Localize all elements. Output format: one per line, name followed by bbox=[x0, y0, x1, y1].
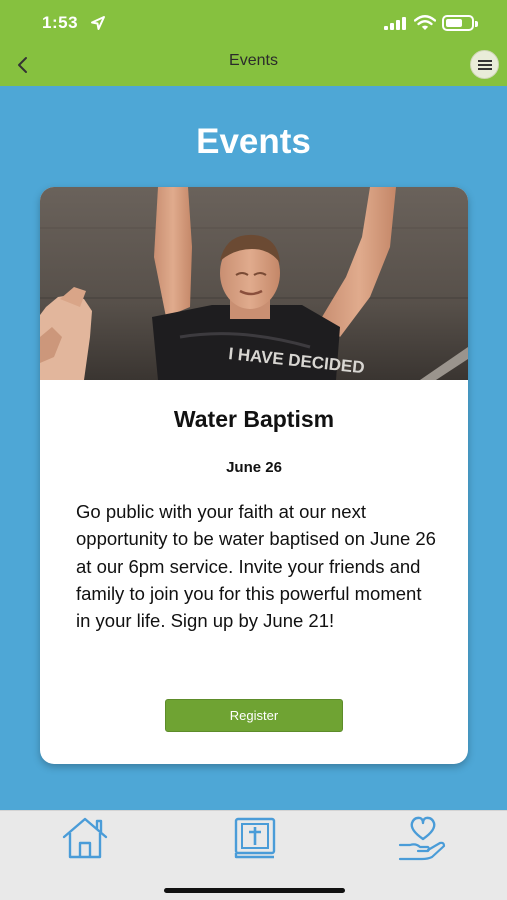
nav-title: Events bbox=[229, 52, 278, 69]
event-date: June 26 bbox=[226, 459, 282, 476]
register-button[interactable]: Register bbox=[165, 699, 343, 732]
status-bar: 1:53 bbox=[0, 0, 507, 44]
home-icon[interactable] bbox=[60, 815, 110, 861]
event-card: I HAVE DECIDED Water Baptism June 26 Go … bbox=[40, 187, 468, 764]
signal-icon bbox=[384, 17, 406, 30]
giving-heart-icon[interactable] bbox=[398, 815, 448, 861]
event-description: Go public with your faith at our next op… bbox=[76, 501, 436, 632]
home-indicator bbox=[164, 888, 345, 893]
tab-bar bbox=[0, 810, 507, 900]
location-arrow-icon bbox=[91, 16, 105, 30]
wifi-icon bbox=[414, 15, 436, 30]
event-title: Water Baptism bbox=[173, 406, 335, 432]
hamburger-menu-icon[interactable] bbox=[470, 50, 499, 79]
page-heading: Events bbox=[196, 122, 311, 161]
top-bar: 1:53 Events bbox=[0, 0, 507, 86]
event-photo: I HAVE DECIDED bbox=[40, 187, 468, 380]
status-time: 1:53 bbox=[42, 13, 79, 32]
bible-icon[interactable] bbox=[230, 815, 280, 861]
nav-bar: Events bbox=[0, 44, 507, 86]
battery-icon bbox=[442, 15, 478, 31]
